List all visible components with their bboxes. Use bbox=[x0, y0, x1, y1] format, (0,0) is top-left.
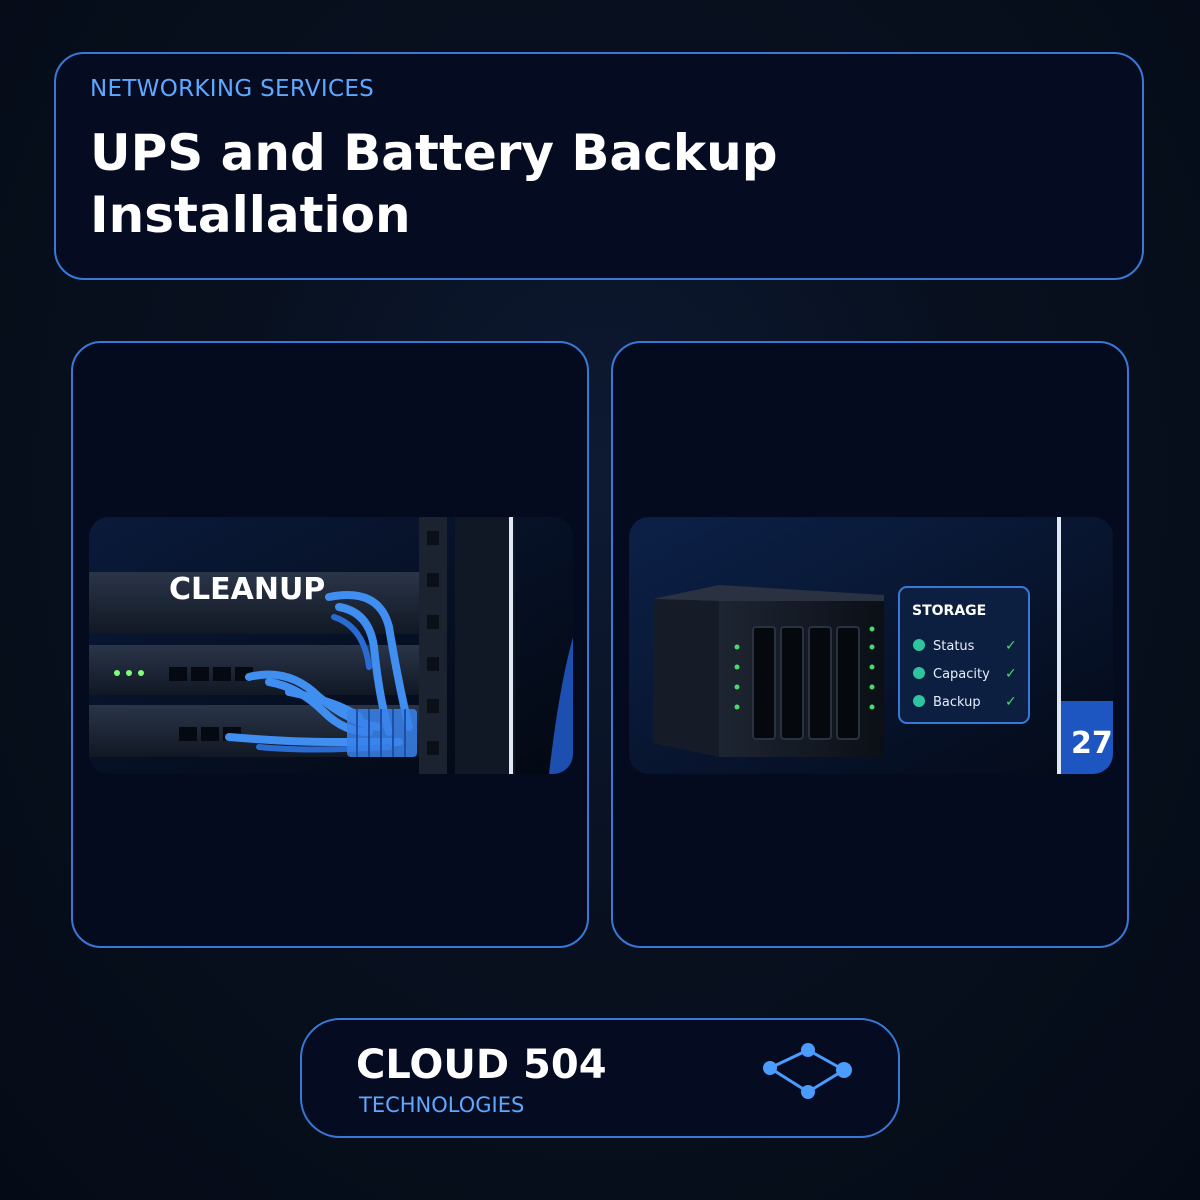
storage-status-label: Status bbox=[933, 639, 975, 654]
checkmark-icon: ✓ bbox=[1005, 666, 1017, 682]
image-card-cleanup: CLEANUP bbox=[71, 341, 589, 948]
nas-illustration: STORAGE Status ✓ Capacity ✓ Backup ✓ 27 bbox=[629, 517, 1113, 774]
check-circle-icon bbox=[913, 695, 925, 707]
checkmark-icon: ✓ bbox=[1005, 638, 1017, 654]
checkmark-icon: ✓ bbox=[1005, 694, 1017, 710]
image-card-storage: STORAGE Status ✓ Capacity ✓ Backup ✓ 27 bbox=[611, 341, 1129, 948]
storage-badge: 27 bbox=[1071, 726, 1113, 761]
header-card: NETWORKING SERVICES UPS and Battery Back… bbox=[54, 52, 1144, 280]
page-title: UPS and Battery Backup Installation bbox=[90, 124, 778, 244]
brand-name: CLOUD 504 bbox=[356, 1042, 607, 1088]
check-circle-icon bbox=[913, 667, 925, 679]
brand-card: CLOUD 504 TECHNOLOGIES bbox=[300, 1018, 900, 1138]
storage-backup-label: Backup bbox=[933, 695, 981, 710]
check-circle-icon bbox=[913, 639, 925, 651]
storage-panel-title: STORAGE bbox=[912, 603, 986, 619]
network-nodes-icon bbox=[763, 1043, 852, 1099]
brand-subtitle: TECHNOLOGIES bbox=[359, 1093, 525, 1117]
server-rack-illustration: CLEANUP bbox=[89, 517, 573, 774]
server-rack-cables-photo: CLEANUP bbox=[89, 517, 573, 774]
section-eyebrow: NETWORKING SERVICES bbox=[90, 76, 375, 102]
storage-capacity-label: Capacity bbox=[933, 667, 990, 682]
cleanup-label: CLEANUP bbox=[169, 572, 325, 607]
nas-storage-photo: STORAGE Status ✓ Capacity ✓ Backup ✓ 27 bbox=[629, 517, 1113, 774]
